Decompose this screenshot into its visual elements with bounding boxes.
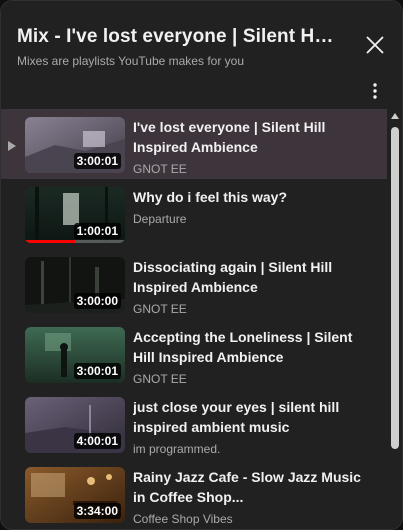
playlist-panel: Mix - I've lost everyone | Silent Hill..…	[0, 0, 403, 530]
video-title[interactable]: Dissociating again | Silent Hill Inspire…	[133, 257, 373, 297]
playlist-item[interactable]: 3:00:01 I've lost everyone | Silent Hill…	[1, 109, 387, 179]
scroll-up-arrow-icon[interactable]	[391, 113, 399, 119]
more-options-button[interactable]	[361, 77, 389, 105]
video-duration: 1:00:01	[73, 223, 121, 239]
close-button[interactable]	[359, 29, 391, 61]
video-thumbnail[interactable]: 3:00:01	[25, 327, 125, 383]
video-thumbnail[interactable]: 1:00:01	[25, 187, 125, 243]
watch-progress-bar	[25, 240, 125, 243]
video-thumbnail[interactable]: 3:34:00	[25, 467, 125, 523]
playlist-item[interactable]: 4:00:01 just close your eyes | silent hi…	[1, 389, 387, 459]
play-indicator-icon	[8, 141, 16, 151]
channel-name: GNOT EE	[133, 162, 187, 176]
watch-progress-fill	[25, 240, 75, 243]
video-duration: 3:00:01	[73, 153, 121, 169]
video-title[interactable]: I've lost everyone | Silent Hill Inspire…	[133, 117, 373, 157]
playlist-scrollbar[interactable]	[387, 109, 402, 529]
playlist-header: Mix - I've lost everyone | Silent Hill..…	[1, 1, 402, 109]
channel-name: im programmed.	[133, 442, 221, 456]
scrollbar-thumb[interactable]	[391, 127, 399, 449]
playlist-title[interactable]: Mix - I've lost everyone | Silent Hill..…	[17, 26, 337, 48]
playlist-item[interactable]: 1:00:01 Why do i feel this way? Departur…	[1, 179, 387, 249]
channel-name: Departure	[133, 212, 187, 226]
channel-name: GNOT EE	[133, 302, 187, 316]
video-duration: 3:34:00	[73, 503, 121, 519]
video-title[interactable]: just close your eyes | silent hill inspi…	[133, 397, 373, 437]
channel-name: GNOT EE	[133, 372, 187, 386]
video-duration: 4:00:01	[73, 433, 121, 449]
playlist-items: 3:00:01 I've lost everyone | Silent Hill…	[1, 109, 387, 529]
video-thumbnail[interactable]: 4:00:01	[25, 397, 125, 453]
video-duration: 3:00:01	[73, 363, 121, 379]
more-vert-icon	[373, 83, 377, 99]
video-title[interactable]: Rainy Jazz Cafe - Slow Jazz Music in Cof…	[133, 467, 373, 507]
channel-name: Coffee Shop Vibes	[133, 512, 233, 526]
video-title[interactable]: Accepting the Loneliness | Silent Hill I…	[133, 327, 373, 367]
video-thumbnail[interactable]: 3:00:00	[25, 257, 125, 313]
playlist-item[interactable]: 3:00:00 Dissociating again | Silent Hill…	[1, 249, 387, 319]
video-title[interactable]: Why do i feel this way?	[133, 187, 373, 207]
close-icon	[366, 36, 384, 54]
playlist-item[interactable]: 3:00:01 Accepting the Loneliness | Silen…	[1, 319, 387, 389]
video-thumbnail[interactable]: 3:00:01	[25, 117, 125, 173]
video-duration: 3:00:00	[73, 293, 121, 309]
playlist-subtitle: Mixes are playlists YouTube makes for yo…	[17, 54, 244, 68]
playlist-item[interactable]: 3:34:00 Rainy Jazz Cafe - Slow Jazz Musi…	[1, 459, 387, 529]
